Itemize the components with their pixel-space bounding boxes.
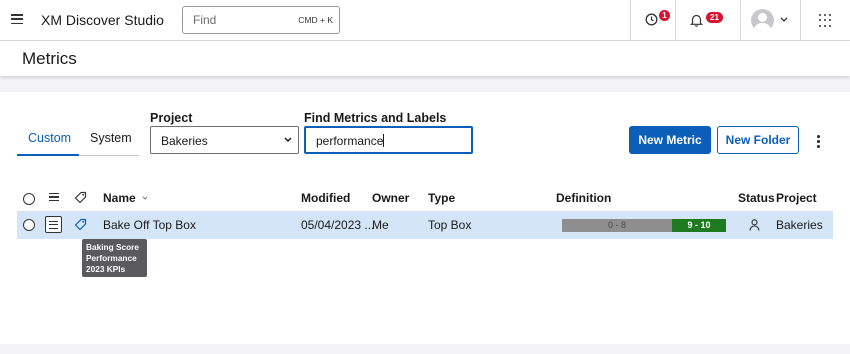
new-folder-button[interactable]: New Folder	[717, 126, 799, 154]
metric-name[interactable]: Bake Off Top Box	[103, 218, 196, 232]
column-header-type[interactable]: Type	[428, 191, 455, 205]
column-header-project[interactable]: Project	[776, 191, 817, 205]
history-badge: 1	[659, 10, 670, 21]
project-label: Project	[150, 111, 193, 125]
divider	[630, 0, 631, 40]
chevron-down-icon	[284, 135, 292, 145]
definition-bar: 0 - 8 9 - 10	[562, 219, 726, 232]
search-input[interactable]	[193, 13, 293, 27]
column-header-definition[interactable]: Definition	[556, 191, 611, 205]
tab-custom[interactable]: Custom	[28, 131, 71, 145]
metric-modified: 05/04/2023 ...	[301, 218, 375, 232]
tab-system[interactable]: System	[90, 131, 132, 145]
tooltip-line: Baking Score	[86, 242, 140, 252]
definition-low-segment: 0 - 8	[562, 219, 672, 232]
definition-high-segment: 9 - 10	[672, 219, 726, 232]
avatar[interactable]	[751, 9, 774, 32]
page-title: Metrics	[22, 49, 77, 68]
column-header-status[interactable]: Status	[738, 191, 775, 205]
clock-icon	[645, 13, 658, 26]
chevron-down-icon[interactable]	[780, 15, 788, 25]
column-header-name-label: Name	[103, 191, 136, 205]
find-metrics-input[interactable]: performance	[304, 126, 473, 154]
column-header-name[interactable]: Name	[103, 191, 148, 205]
find-metrics-value: performance	[316, 134, 384, 148]
tooltip-line: 2023 KPIs	[86, 264, 126, 274]
bell-icon	[689, 14, 704, 27]
metric-project: Bakeries	[776, 218, 823, 232]
more-options-icon[interactable]	[817, 135, 820, 150]
tooltip-line: Performance	[86, 253, 137, 263]
project-select-value: Bakeries	[161, 134, 208, 148]
page-header: Metrics	[0, 41, 850, 76]
metrics-panel: Custom System Project Bakeries Find Metr…	[0, 92, 850, 344]
column-header-modified[interactable]: Modified	[301, 191, 350, 205]
app-launcher-icon[interactable]	[819, 14, 832, 27]
metric-owner: Me	[372, 218, 389, 232]
tag-icon[interactable]	[74, 218, 87, 236]
top-bar: XM Discover Studio CMD + K 1 21	[0, 0, 850, 41]
notifications-button[interactable]	[689, 13, 704, 32]
divider	[740, 0, 741, 40]
find-label: Find Metrics and Labels	[304, 111, 447, 125]
menu-icon[interactable]	[11, 14, 23, 25]
user-status-icon	[749, 218, 760, 236]
global-search[interactable]: CMD + K	[182, 6, 340, 34]
divider	[675, 0, 676, 40]
select-all-radio[interactable]	[23, 193, 35, 205]
tag-icon[interactable]	[74, 191, 87, 209]
sort-desc-icon	[142, 196, 148, 200]
text-caret	[383, 134, 385, 147]
app-title: XM Discover Studio	[41, 12, 164, 28]
history-button[interactable]	[645, 13, 658, 31]
new-metric-button[interactable]: New Metric	[629, 126, 711, 154]
search-shortcut-hint: CMD + K	[298, 15, 333, 25]
list-icon[interactable]	[49, 193, 59, 203]
tab-divider	[79, 155, 139, 156]
labels-tooltip: Baking Score Performance 2023 KPIs	[82, 239, 147, 277]
active-tab-indicator	[17, 154, 79, 156]
project-select[interactable]: Bakeries	[150, 126, 299, 154]
divider	[800, 0, 801, 40]
row-select-radio[interactable]	[23, 219, 35, 231]
metric-details-icon[interactable]	[45, 216, 62, 233]
column-header-owner[interactable]: Owner	[372, 191, 409, 205]
notifications-badge: 21	[706, 12, 723, 23]
metric-type: Top Box	[428, 218, 472, 232]
